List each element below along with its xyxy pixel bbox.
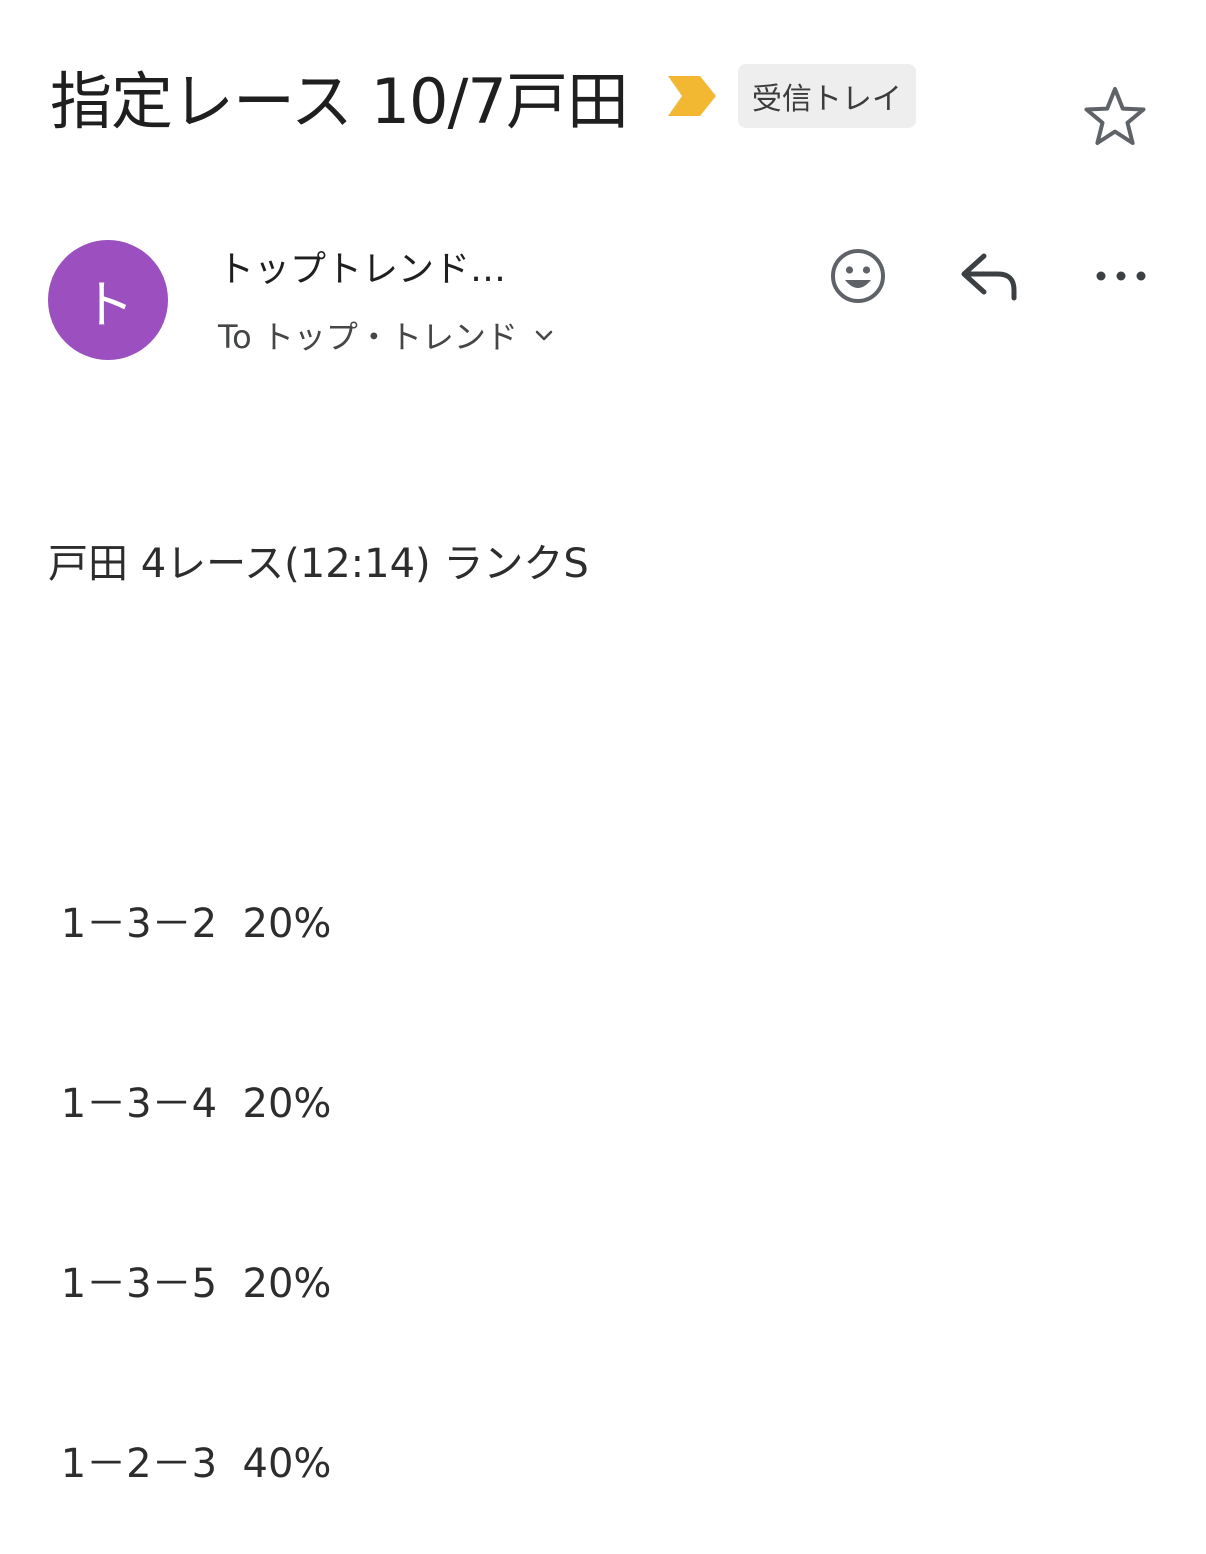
more-horizontal-icon[interactable] [1092, 256, 1150, 296]
message-line [48, 714, 589, 774]
reply-icon[interactable] [958, 250, 1022, 304]
message-line: 1－3－4 20% [48, 1081, 332, 1127]
importance-marker-icon[interactable] [666, 74, 718, 118]
message-line: 1－2－3 40% [48, 1441, 332, 1487]
sender-avatar[interactable]: ト [48, 240, 168, 360]
smiley-icon[interactable] [828, 246, 888, 306]
inbox-label-chip[interactable]: 受信トレイ [737, 64, 916, 128]
avatar-initial: ト [81, 275, 134, 336]
message-line: 1－3－5 20% [48, 1261, 332, 1307]
subject-row: 指定レース 10/7戸田 受信トレイ [50, 56, 916, 138]
sender-name[interactable]: トップトレンド… [218, 240, 506, 292]
message-body: 戸田 4レース(12:14) ランクS 1－3－2 20% 1－3－4 20% … [48, 414, 589, 1554]
star-icon[interactable] [1082, 84, 1148, 148]
email-subject: 指定レース 10/7戸田 [50, 65, 629, 138]
recipient-text: To トップ・トレンド [218, 318, 518, 356]
recipient-details-toggle[interactable]: To トップ・トレンド [218, 312, 556, 358]
message-line: 戸田 4レース(12:14) ランクS [48, 541, 589, 587]
message-line: 1－3－2 20% [48, 901, 332, 947]
chevron-down-icon [535, 330, 553, 341]
